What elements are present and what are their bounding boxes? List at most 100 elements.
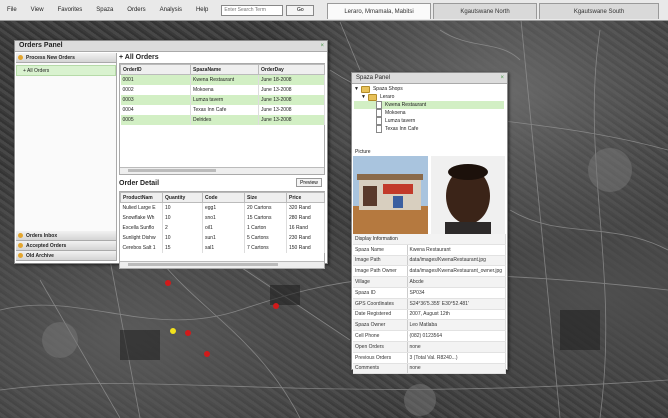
- info-value: none: [407, 341, 506, 353]
- map-marker-red[interactable]: [204, 351, 210, 357]
- tree-node-shop[interactable]: Kwena Restaurant: [354, 101, 504, 109]
- spaza-panel-title-text: Spaza Panel: [356, 75, 391, 81]
- horizontal-scrollbar[interactable]: [120, 167, 324, 174]
- orders-inbox-section[interactable]: Orders Inbox: [16, 231, 116, 241]
- close-icon[interactable]: ×: [500, 73, 504, 83]
- map-marker-red[interactable]: [273, 303, 279, 309]
- document-icon: [376, 109, 382, 117]
- info-value: Leo Matlaba: [407, 319, 506, 332]
- table-row[interactable]: Excella Sunflo 2 oil1 1 Carton 16 Rand: [120, 223, 325, 233]
- scrollbar-thumb[interactable]: [128, 169, 216, 172]
- column-header[interactable]: Code: [202, 192, 245, 203]
- expand-icon[interactable]: ▼: [361, 94, 366, 100]
- table-row[interactable]: Sunlight Dishw 10 sun1 5 Cartons 230 Ran…: [120, 233, 325, 243]
- column-header[interactable]: SpazaName: [190, 64, 259, 75]
- tree-label: Spaza Shops: [372, 86, 403, 92]
- product-cell: Cerebos Salt 1: [120, 243, 163, 253]
- quantity-cell: 10: [162, 213, 203, 223]
- all-orders-heading: + All Orders: [119, 54, 159, 61]
- column-header[interactable]: ProductNam: [120, 192, 163, 203]
- column-header[interactable]: OrderID: [120, 64, 191, 75]
- table-row[interactable]: Nulied Large E 10 egg1 20 Cartons 320 Ra…: [120, 202, 325, 213]
- tree-node-shop[interactable]: Lumza tavern: [354, 117, 504, 125]
- map-marker-red[interactable]: [165, 280, 171, 286]
- info-value: data/images/KwenaRestaurant_owner.jpg: [407, 265, 506, 278]
- expand-icon[interactable]: ▼: [354, 86, 359, 92]
- tree-node-shop[interactable]: Texas Inn Cafe: [354, 125, 504, 133]
- display-info-heading: Display Information: [353, 234, 506, 245]
- tree-node-shop[interactable]: Mokoena: [354, 109, 504, 117]
- table-row[interactable]: 0003 Lumza tavern June 13-2008: [120, 95, 325, 105]
- order-day-cell: June 13-2008: [258, 105, 325, 115]
- table-row[interactable]: 0002 Mokoena June 13-2008: [120, 85, 325, 95]
- code-cell: egg1: [202, 202, 245, 213]
- orders-dot-icon: [18, 55, 23, 60]
- info-value: (082) 0123564: [407, 330, 506, 342]
- info-key: Date Registered: [353, 309, 408, 321]
- preview-button[interactable]: Preview: [296, 178, 322, 187]
- menu-favorites[interactable]: Favorites: [51, 7, 90, 13]
- table-row[interactable]: 0004 Texas Inn Cafe June 13-2008: [120, 105, 325, 115]
- search-input[interactable]: [221, 4, 284, 16]
- order-detail-box: ProductNam Quantity Code Size Price Nuli…: [119, 191, 325, 269]
- menu-file[interactable]: File: [0, 7, 24, 13]
- order-day-cell: June 13-2008: [258, 115, 325, 125]
- info-value: Abcde: [407, 276, 506, 288]
- info-row: GPS Coordinates S24°36'5.355' E30°52.481…: [353, 298, 506, 310]
- table-row[interactable]: 0005 Delrides June 13-2008: [120, 115, 325, 125]
- order-id-cell: 0001: [120, 74, 191, 85]
- menu-view[interactable]: View: [24, 7, 51, 13]
- product-cell: Nulied Large E: [120, 202, 163, 213]
- info-key: Image Path Owner: [353, 265, 408, 278]
- quantity-cell: 10: [162, 202, 203, 213]
- picture-area: [353, 156, 505, 234]
- menu-analysis[interactable]: Analysis: [153, 7, 189, 13]
- map-marker-red[interactable]: [185, 330, 191, 336]
- table-row[interactable]: Snowflake Wh 10 sno1 15 Cartons 280 Rand: [120, 213, 325, 223]
- orders-dot-icon: [18, 233, 23, 238]
- map-marker-yellow[interactable]: [170, 328, 176, 334]
- column-header[interactable]: Quantity: [162, 192, 203, 203]
- info-value: Kwena Restaurant: [407, 244, 506, 256]
- folder-icon: [360, 85, 370, 93]
- tab-location-kgautswane-south[interactable]: Kgautswane South: [539, 3, 659, 19]
- info-row: Date Registered 2007, August 12th: [353, 309, 506, 321]
- column-header[interactable]: Size: [244, 192, 287, 203]
- order-day-cell: June 13-2008: [258, 95, 325, 105]
- menu-spaza[interactable]: Spaza: [89, 7, 120, 13]
- menu-orders[interactable]: Orders: [120, 7, 152, 13]
- spaza-name-cell: Kwena Restaurant: [190, 74, 259, 85]
- table-row[interactable]: 0001 Kwena Restaurant June 18-2008: [120, 74, 325, 85]
- menu-help[interactable]: Help: [189, 7, 215, 13]
- price-cell: 320 Rand: [286, 202, 325, 213]
- size-cell: 15 Cartons: [244, 213, 287, 223]
- column-header[interactable]: OrderDay: [258, 64, 325, 75]
- go-button[interactable]: Go: [286, 4, 315, 16]
- close-icon[interactable]: ×: [320, 41, 324, 51]
- process-new-orders-section[interactable]: Process New Orders: [16, 53, 116, 63]
- order-detail-header: Order Detail Preview: [119, 178, 325, 191]
- tree-node-spaza-shops[interactable]: ▼ Spaza Shops: [354, 85, 504, 93]
- old-archive-section[interactable]: Old Archive: [16, 251, 116, 261]
- horizontal-scrollbar[interactable]: [120, 261, 324, 268]
- spaza-name-cell: Delrides: [190, 115, 259, 125]
- sidebar-item-all-orders[interactable]: + All Orders: [16, 65, 116, 76]
- tab-location-kgautswane-north[interactable]: Kgautswane North: [433, 3, 537, 19]
- tree-label: Lumza tavern: [385, 118, 416, 124]
- info-value: 3 (Total Val. R8240...): [407, 352, 506, 364]
- info-key: Image Path: [353, 255, 408, 267]
- price-cell: 16 Rand: [286, 223, 325, 233]
- info-key: Open Orders: [353, 341, 408, 353]
- code-cell: sno1: [202, 213, 245, 223]
- tree-node-leraro[interactable]: ▼ Leraro: [354, 93, 504, 101]
- scrollbar-thumb[interactable]: [128, 263, 278, 266]
- order-id-cell: 0005: [120, 115, 191, 125]
- process-new-orders-label: Process New Orders: [26, 54, 75, 61]
- info-key: Spaza Name: [353, 244, 408, 256]
- info-value: none: [407, 363, 506, 375]
- tab-location-leraro[interactable]: Leraro, Mmamala, Mabitsi: [327, 3, 431, 19]
- info-value: S24°36'5.355' E30°52.481': [407, 298, 506, 310]
- table-row[interactable]: Cerebos Salt 1 15 sal1 7 Cartons 150 Ran…: [120, 243, 325, 253]
- accepted-orders-section[interactable]: Accepted Orders: [16, 241, 116, 251]
- column-header[interactable]: Price: [286, 192, 325, 203]
